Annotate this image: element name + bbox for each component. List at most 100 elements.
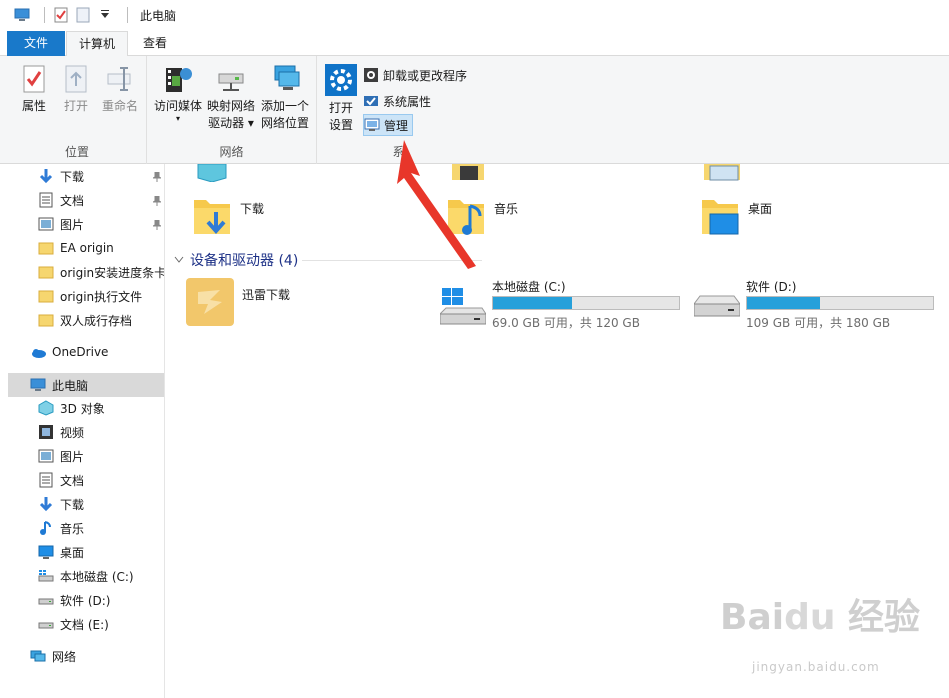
nav-item-this-pc[interactable]: 此电脑 <box>8 373 164 397</box>
pin-icon[interactable] <box>152 219 162 230</box>
computer-icon <box>30 377 46 393</box>
window-title: 此电脑 <box>140 8 177 23</box>
nav-item-videos[interactable]: 视频 <box>8 420 164 444</box>
nav-label: 图片 <box>60 217 85 232</box>
nav-item-downloads-quick[interactable]: 下载 <box>8 164 164 188</box>
drive-usage-fill <box>493 297 573 309</box>
nav-item-ea-origin[interactable]: EA origin <box>8 236 164 260</box>
nav-item-music[interactable]: 音乐 <box>8 516 164 540</box>
nav-item-it-takes-two-save[interactable]: 双人成行存档 <box>8 308 164 332</box>
tab-computer[interactable]: 计算机 <box>66 31 128 57</box>
devices-section-header[interactable]: 设备和驱动器 (4) <box>174 250 482 270</box>
nav-item-pictures-quick[interactable]: 图片 <box>8 212 164 236</box>
folder-label: 桌面 <box>748 202 773 216</box>
properties-button[interactable]: 属性 <box>14 64 54 115</box>
3d-objects-folder-tile-partial[interactable] <box>194 164 230 182</box>
pin-icon[interactable] <box>152 195 162 206</box>
nav-item-3d-objects[interactable]: 3D 对象 <box>8 396 164 420</box>
download-folder-icon <box>192 194 232 243</box>
new-folder-icon[interactable] <box>75 7 91 23</box>
uninstall-icon <box>363 67 379 83</box>
nav-label: origin执行文件 <box>60 289 143 304</box>
open-button[interactable]: 打开 <box>58 64 94 115</box>
folder-tile-downloads[interactable]: 下载 <box>192 194 264 243</box>
uninstall-program-button[interactable]: 卸载或更改程序 <box>363 64 467 86</box>
pin-icon[interactable] <box>152 171 162 182</box>
ribbon-group-location: 属性 打开 重命名 位置 <box>8 56 147 164</box>
nav-item-downloads[interactable]: 下载 <box>8 492 164 516</box>
manage-label: 管理 <box>384 118 409 133</box>
nav-item-origin-progress[interactable]: origin安装进度条卡 <box>8 260 165 284</box>
open-settings-button[interactable]: 打开 设置 <box>323 64 359 134</box>
pictures-folder-tile-partial[interactable] <box>702 164 742 182</box>
folder-icon <box>38 240 54 256</box>
nav-item-drive-e[interactable]: 文档 (E:) <box>8 612 164 636</box>
open-settings-label-1: 打开 <box>328 101 353 115</box>
drive-tile-d[interactable]: 软件 (D:) 109 GB 可用，共 180 GB <box>693 278 944 334</box>
ribbon-tabs: 文件 计算机 查看 <box>0 30 949 57</box>
open-settings-label-2: 设置 <box>328 118 353 132</box>
nav-label: 下载 <box>60 169 85 184</box>
network-drive-icon <box>215 64 247 94</box>
network-location-icon <box>269 64 301 94</box>
rename-label: 重命名 <box>101 99 138 113</box>
nav-label: 网络 <box>52 649 77 664</box>
music-note-icon <box>38 520 54 536</box>
nav-item-onedrive[interactable]: OneDrive <box>8 340 164 364</box>
title-bar: 此电脑 <box>0 0 949 30</box>
system-properties-icon <box>363 93 379 109</box>
drive-info: 69.0 GB 可用，共 120 GB <box>492 316 640 330</box>
nav-item-documents[interactable]: 文档 <box>8 468 164 492</box>
group-label-network: 网络 <box>219 145 244 159</box>
drive-usage-bar <box>492 296 680 310</box>
nav-label: origin安装进度条卡 <box>60 265 165 280</box>
nav-item-drive-d[interactable]: 软件 (D:) <box>8 588 164 612</box>
nav-item-desktop[interactable]: 桌面 <box>8 540 164 564</box>
section-title: 设备和驱动器 (4) <box>190 253 299 269</box>
nav-item-drive-c[interactable]: 本地磁盘 (C:) <box>8 564 164 588</box>
properties-label: 属性 <box>21 99 46 113</box>
map-drive-label-1: 映射网络 <box>206 99 255 113</box>
folder-tile-desktop[interactable]: 桌面 <box>700 194 772 243</box>
document-icon <box>38 472 54 488</box>
system-properties-button[interactable]: 系统属性 <box>363 90 431 112</box>
folder-label: 下载 <box>240 202 265 216</box>
nav-item-pictures[interactable]: 图片 <box>8 444 164 468</box>
tab-view[interactable]: 查看 <box>130 31 180 56</box>
add-network-location-button[interactable]: 添加一个 网络位置 <box>257 64 313 132</box>
windows-drive-icon <box>438 288 487 331</box>
folder-icon <box>38 288 54 304</box>
properties-check-icon[interactable] <box>53 7 69 23</box>
manage-button[interactable]: 管理 <box>363 114 414 136</box>
nav-item-origin-exec[interactable]: origin执行文件 <box>8 284 164 308</box>
folder-icon <box>38 264 54 280</box>
quick-access-dropdown-icon[interactable] <box>97 7 113 23</box>
nav-item-documents-quick[interactable]: 文档 <box>8 188 164 212</box>
access-media-button[interactable]: 访问媒体 ▾ <box>151 64 205 123</box>
add-location-label-1: 添加一个 <box>260 99 309 113</box>
rename-button[interactable]: 重命名 <box>98 64 142 115</box>
folder-label: 音乐 <box>494 202 519 216</box>
document-icon <box>38 192 54 208</box>
device-label: 迅雷下载 <box>242 288 291 302</box>
picture-icon <box>38 448 54 464</box>
map-network-drive-button[interactable]: 映射网络 驱动器 ▾ <box>205 64 257 132</box>
nav-label: 下载 <box>60 497 85 512</box>
nav-label: 文档 (E:) <box>60 617 109 632</box>
drive-icon <box>38 616 54 632</box>
open-label: 打开 <box>63 99 88 113</box>
drive-icon <box>693 294 741 327</box>
download-arrow-icon <box>38 168 54 184</box>
drive-tile-c[interactable]: 本地磁盘 (C:) 69.0 GB 可用，共 120 GB <box>438 278 690 334</box>
drive-usage-bar <box>746 296 934 310</box>
device-tile-xunlei[interactable]: 迅雷下载 <box>186 278 290 329</box>
nav-label: OneDrive <box>52 345 109 359</box>
network-icon <box>30 648 46 664</box>
nav-label: 此电脑 <box>52 378 89 393</box>
nav-label: 视频 <box>60 425 85 440</box>
folder-icon <box>38 312 54 328</box>
tab-file[interactable]: 文件 <box>7 31 65 56</box>
nav-item-network[interactable]: 网络 <box>8 644 164 668</box>
drive-name: 本地磁盘 (C:) <box>492 280 566 294</box>
baidu-jingyan-watermark: Baidu 经验 <box>720 597 921 638</box>
